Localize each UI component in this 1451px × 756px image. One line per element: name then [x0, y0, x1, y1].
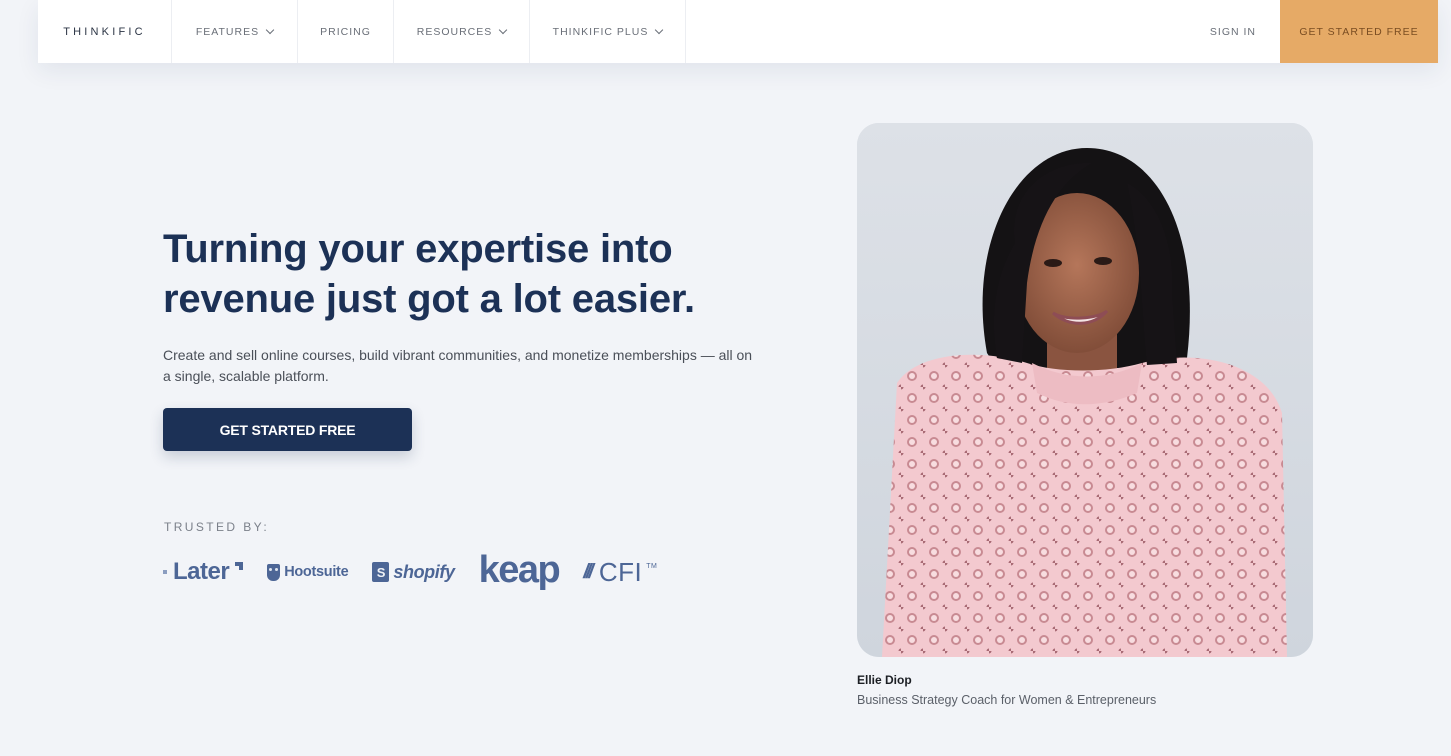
- keap-logo: keap: [478, 549, 561, 591]
- get-started-free-button[interactable]: GET STARTED FREE: [163, 408, 412, 451]
- testimonial-photo: [857, 123, 1313, 657]
- chevron-down-icon: [655, 25, 664, 34]
- left-eye: [1044, 259, 1062, 267]
- nav-item-resources[interactable]: RESOURCES: [394, 0, 530, 63]
- trademark-symbol: TM: [646, 562, 658, 570]
- thinkific-logo[interactable]: THINKIFIC: [38, 0, 172, 63]
- chevron-down-icon: [499, 25, 508, 34]
- later-wordmark: Later: [173, 558, 230, 585]
- later-pixel-mark: [163, 570, 167, 574]
- nav-item-label: THINKIFIC PLUS: [552, 25, 649, 38]
- trusted-logos: Later Hootsuite S shopify keap /// CFI T…: [163, 548, 657, 596]
- cfi-slashes-icon: ///: [583, 560, 594, 583]
- shopify-logo: S shopify: [372, 561, 455, 583]
- later-corner-mark: [235, 562, 244, 570]
- later-logo: Later: [163, 558, 244, 586]
- shopping-bag-icon: S: [372, 562, 390, 582]
- hootsuite-logo: Hootsuite: [267, 563, 349, 581]
- nav-item-features[interactable]: FEATURES: [172, 0, 298, 63]
- nav-item-label: RESOURCES: [416, 25, 493, 38]
- chevron-down-icon: [265, 25, 275, 34]
- right-eye: [1094, 257, 1112, 265]
- trusted-by-label: TRUSTED BY:: [164, 520, 270, 534]
- nav-get-started-button[interactable]: GET STARTED FREE: [1280, 0, 1438, 63]
- hero-subtitle: Create and sell online courses, build vi…: [163, 347, 753, 384]
- top-navigation: THINKIFIC FEATURES PRICING RESOURCES THI…: [38, 0, 1438, 63]
- cfi-logo: /// CFI TM: [583, 557, 657, 588]
- testimonial-name: Ellie Diop: [857, 673, 912, 687]
- hero-title: Turning your expertise into revenue just…: [163, 227, 695, 321]
- owl-icon: [267, 563, 281, 581]
- nav-item-thinkific-plus[interactable]: THINKIFIC PLUS: [530, 0, 686, 63]
- hootsuite-wordmark: Hootsuite: [284, 564, 349, 580]
- cfi-wordmark: CFI: [598, 556, 643, 587]
- nav-item-label: PRICING: [320, 25, 371, 38]
- sign-in-link[interactable]: SIGN IN: [1186, 0, 1280, 63]
- shopify-wordmark: shopify: [393, 561, 455, 582]
- keap-wordmark: keap: [478, 549, 561, 591]
- testimonial-role: Business Strategy Coach for Women & Entr…: [857, 693, 1157, 707]
- nav-item-label: FEATURES: [195, 25, 260, 38]
- portrait-illustration: [857, 123, 1313, 657]
- nav-item-pricing[interactable]: PRICING: [298, 0, 394, 63]
